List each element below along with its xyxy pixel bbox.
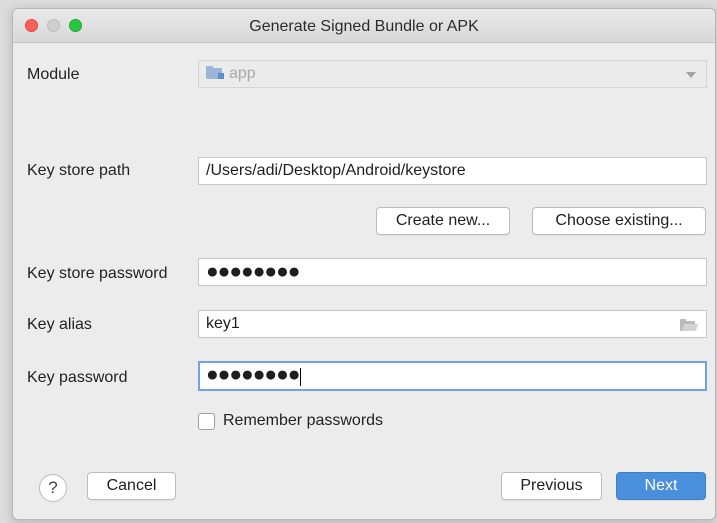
create-new-button[interactable]: Create new...: [376, 207, 510, 235]
chevron-down-icon: [686, 72, 696, 78]
key-alias-value: key1: [206, 315, 240, 332]
previous-button[interactable]: Previous: [501, 472, 602, 500]
module-folder-icon: [206, 66, 224, 79]
next-button[interactable]: Next: [616, 472, 706, 500]
module-select: app: [198, 60, 707, 88]
title-bar: Generate Signed Bundle or APK: [13, 9, 715, 43]
key-store-password-field[interactable]: ●●●●●●●●: [198, 258, 707, 286]
key-store-path-field[interactable]: /Users/adi/Desktop/Android/keystore: [198, 157, 707, 185]
generate-signed-bundle-dialog: Generate Signed Bundle or APK Module app…: [12, 8, 716, 520]
key-alias-label: Key alias: [27, 316, 92, 333]
module-select-value: app: [229, 65, 256, 82]
module-label: Module: [27, 66, 80, 83]
dialog-title: Generate Signed Bundle or APK: [249, 18, 479, 35]
key-password-label: Key password: [27, 369, 128, 386]
key-password-field[interactable]: ●●●●●●●●: [198, 361, 707, 391]
key-alias-field[interactable]: key1: [198, 310, 707, 338]
text-caret: [300, 367, 302, 386]
key-store-password-mask: ●●●●●●●●: [206, 260, 300, 283]
choose-existing-button[interactable]: Choose existing...: [532, 207, 706, 235]
remember-passwords-checkbox[interactable]: [198, 413, 215, 430]
remember-passwords-label[interactable]: Remember passwords: [223, 412, 383, 430]
folder-icon[interactable]: [680, 319, 699, 331]
key-password-mask: ●●●●●●●●: [206, 363, 300, 386]
cancel-button[interactable]: Cancel: [87, 472, 176, 500]
key-store-password-label: Key store password: [27, 265, 168, 282]
help-button[interactable]: ?: [39, 474, 67, 502]
key-store-path-label: Key store path: [27, 162, 131, 179]
